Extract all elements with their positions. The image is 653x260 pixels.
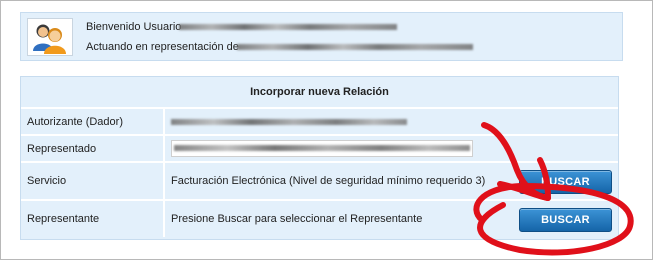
value-representante: Presione Buscar para seleccionar el Repr… (163, 201, 422, 237)
redacted-representado (174, 145, 470, 151)
acting-as-line: Actuando en representación de (86, 41, 473, 53)
value-representado (163, 136, 473, 161)
redacted-username (179, 24, 398, 31)
row-servicio: Servicio Facturación Electrónica (Nivel … (21, 163, 618, 201)
value-servicio: Facturación Electrónica (Nivel de seguri… (163, 163, 485, 199)
label-servicio: Servicio (27, 175, 67, 187)
label-representante: Representante (27, 213, 100, 225)
row-representante: Representante Presione Buscar para selec… (21, 201, 618, 237)
row-autorizante: Autorizante (Dador) (21, 109, 618, 136)
representado-select[interactable] (171, 140, 473, 157)
user-info-panel: Bienvenido Usuario Actuando en represent… (20, 12, 623, 61)
redacted-represented (236, 44, 473, 51)
label-representado: Representado (27, 142, 97, 155)
label-autorizante: Autorizante (Dador) (27, 115, 123, 128)
users-icon (27, 18, 73, 56)
buscar-servicio-button[interactable]: BUSCAR (519, 170, 612, 194)
buscar-representante-button[interactable]: BUSCAR (519, 208, 612, 232)
acting-as-text: Actuando en representación de (86, 41, 239, 53)
form-title: Incorporar nueva Relación (21, 77, 618, 109)
row-representado: Representado (21, 136, 618, 163)
redacted-autorizante (171, 118, 407, 125)
welcome-text: Bienvenido Usuario (86, 21, 182, 33)
new-relation-form: Incorporar nueva Relación Autorizante (D… (20, 76, 619, 240)
welcome-line: Bienvenido Usuario (86, 21, 398, 33)
value-autorizante (163, 109, 407, 134)
